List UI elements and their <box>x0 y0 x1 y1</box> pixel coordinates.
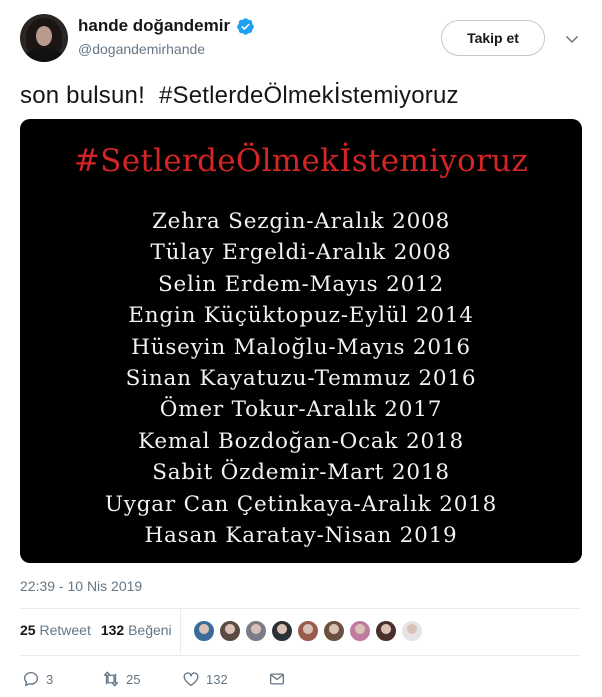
tweet-text: son bulsun! #SetlerdeÖlmekİstemiyoruz <box>20 82 459 110</box>
divider <box>20 655 580 656</box>
divider <box>20 608 580 609</box>
list-item: Hüseyin Maloğlu-Mayıs 2016 <box>131 334 471 360</box>
direct-message-button[interactable] <box>268 669 286 689</box>
liker-avatar[interactable] <box>349 620 371 642</box>
retweet-stat-count: 25 <box>20 622 36 638</box>
list-item: Ömer Tokur-Aralık 2017 <box>159 397 443 423</box>
reply-button[interactable]: 3 <box>22 669 102 689</box>
tweet-text-body: son bulsun! <box>20 82 145 109</box>
liker-avatars <box>193 620 423 642</box>
retweet-icon <box>103 671 119 687</box>
list-item: Tülay Ergeldi-Aralık 2008 <box>150 240 452 266</box>
tweet-timestamp[interactable]: 22:39 - 10 Nis 2019 <box>20 578 142 594</box>
liker-avatar[interactable] <box>219 620 241 642</box>
stats-divider <box>180 609 181 653</box>
list-item: Zehra Sezgin-Aralık 2008 <box>151 209 451 234</box>
liker-avatar[interactable] <box>297 620 319 642</box>
reply-count: 3 <box>46 671 54 687</box>
list-item: Uygar Can Çetinkaya-Aralık 2018 <box>104 491 498 517</box>
retweet-button[interactable]: 25 <box>102 669 182 689</box>
list-item: Sabit Özdemir-Mart 2018 <box>152 460 450 486</box>
like-count: 132 <box>206 671 228 687</box>
verified-badge-icon <box>237 17 254 35</box>
list-item: Kemal Bozdoğan-Ocak 2018 <box>138 428 464 454</box>
liker-avatar[interactable] <box>193 620 215 642</box>
envelope-icon <box>269 673 285 685</box>
chevron-down-icon[interactable] <box>563 30 581 48</box>
likes-stat[interactable]: 132 Beğeni <box>101 622 172 638</box>
tweet-card: hande doğandemir @dogandemirhande Takip … <box>0 0 602 697</box>
liker-avatar[interactable] <box>375 620 397 642</box>
hashtag-link[interactable]: #SetlerdeÖlmekİstemiyoruz <box>159 82 459 109</box>
liker-avatar[interactable] <box>245 620 267 642</box>
avatar[interactable] <box>20 14 68 62</box>
author-name-row[interactable]: hande doğandemir <box>78 16 255 36</box>
list-item: Selin Erdem-Mayıs 2012 <box>157 271 445 297</box>
list-item: Hasan Karatay-Nisan 2019 <box>144 522 458 548</box>
heart-icon <box>183 672 199 687</box>
retweet-stat[interactable]: 25 Retweet <box>20 622 91 638</box>
image-name-list: Zehra Sezgin-Aralık 2008 Tülay Ergeldi-A… <box>20 206 582 551</box>
action-bar: 3 25 132 <box>22 669 286 689</box>
reply-icon <box>23 671 39 687</box>
likes-stat-count: 132 <box>100 622 125 638</box>
retweet-count: 25 <box>126 671 141 687</box>
follow-button[interactable]: Takip et <box>441 20 545 56</box>
liker-avatar[interactable] <box>401 620 423 642</box>
list-item: Sinan Kayatuzu-Temmuz 2016 <box>125 365 477 391</box>
tweet-image[interactable]: #SetlerdeÖlmekİstemiyoruz Zehra Sezgin-A… <box>20 119 582 563</box>
liker-avatar[interactable] <box>323 620 345 642</box>
tweet-stats: 25 Retweet 132 Beğeni <box>20 622 172 638</box>
display-name[interactable]: hande doğandemir <box>78 16 230 36</box>
liker-avatar[interactable] <box>271 620 293 642</box>
list-item: Engin Küçüktopuz-Eylül 2014 <box>128 303 474 329</box>
image-title: #SetlerdeÖlmekİstemiyoruz <box>73 143 529 179</box>
user-handle[interactable]: @dogandemirhande <box>78 41 205 57</box>
like-button[interactable]: 132 <box>182 669 268 689</box>
retweet-stat-label: Retweet <box>39 622 91 638</box>
likes-stat-label: Beğeni <box>128 622 172 638</box>
